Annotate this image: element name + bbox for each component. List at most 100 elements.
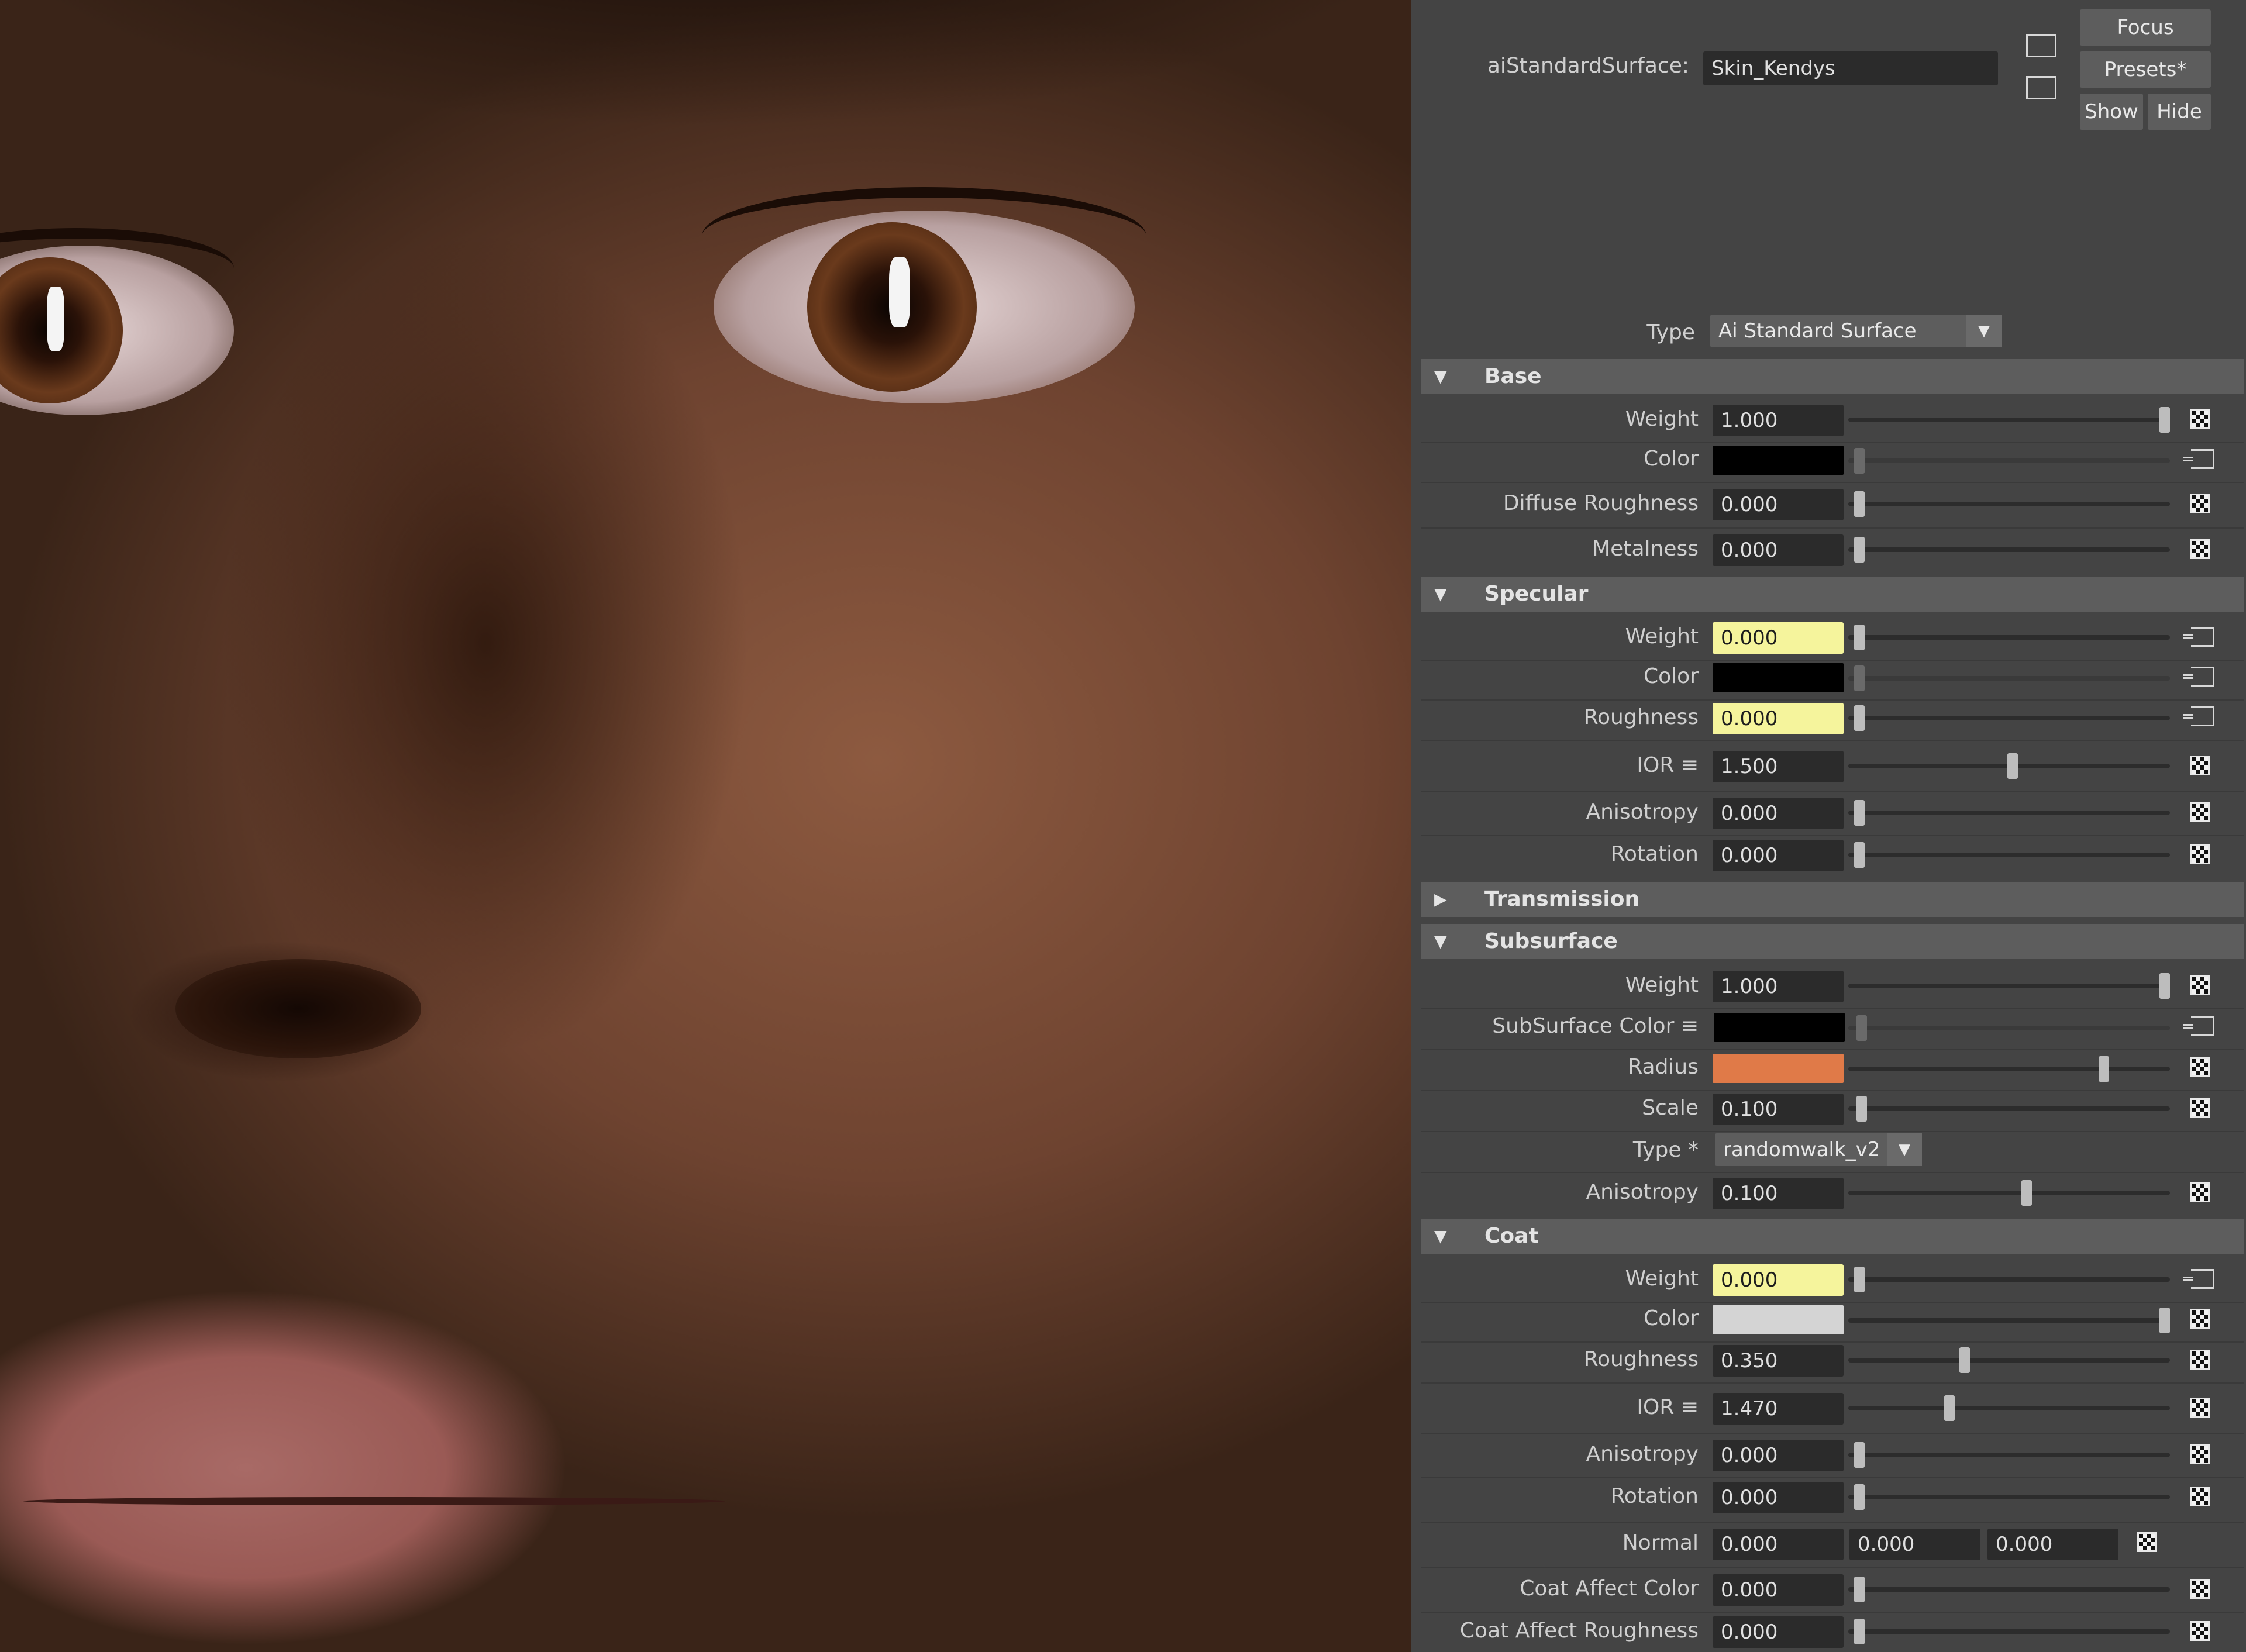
base-weight-slider-handle[interactable]	[2159, 407, 2170, 433]
coat-rotation-field[interactable]: 0.000	[1713, 1482, 1844, 1513]
coat-affect-roughness-field[interactable]: 0.000	[1713, 1616, 1844, 1648]
subsurface-weight-field[interactable]: 1.000	[1713, 971, 1844, 1002]
show-button[interactable]: Show	[2080, 94, 2143, 130]
subsurface-color-slider[interactable]	[1848, 1026, 2170, 1030]
subsurface-type-dropdown[interactable]: randomwalk_v2 ▼	[1715, 1133, 1922, 1166]
presets-button[interactable]: Presets*	[2080, 51, 2211, 88]
texture-map-icon[interactable]	[2190, 802, 2210, 822]
hide-button[interactable]: Hide	[2148, 94, 2211, 130]
subsurface-radius-slider-handle[interactable]	[2099, 1056, 2109, 1082]
specular-color-slider[interactable]	[1848, 676, 2170, 681]
base-metalness-slider[interactable]	[1848, 547, 2170, 552]
coat-roughness-slider-handle[interactable]	[1959, 1347, 1970, 1373]
specular-rotation-field[interactable]: 0.000	[1713, 840, 1844, 871]
specular-anisotropy-slider-handle[interactable]	[1854, 800, 1865, 826]
base-weight-slider[interactable]	[1848, 418, 2170, 422]
coat-weight-field[interactable]: 0.000	[1713, 1264, 1844, 1296]
coat-roughness-slider[interactable]	[1848, 1358, 2170, 1363]
coat-anisotropy-slider-handle[interactable]	[1854, 1442, 1865, 1468]
specular-weight-slider-handle[interactable]	[1854, 625, 1865, 650]
coat-affect-roughness-slider[interactable]	[1848, 1629, 2170, 1634]
base-diffuse-roughness-slider-handle[interactable]	[1854, 491, 1865, 517]
coat-weight-slider[interactable]	[1848, 1277, 2170, 1282]
subsurface-weight-slider[interactable]	[1848, 984, 2170, 988]
specular-roughness-slider[interactable]	[1848, 716, 2170, 720]
texture-map-icon[interactable]	[2137, 1532, 2157, 1552]
subsurface-color-swatch[interactable]	[1714, 1013, 1845, 1042]
connected-input-icon[interactable]	[2183, 1269, 2214, 1289]
coat-anisotropy-slider[interactable]	[1848, 1453, 2170, 1457]
connected-input-icon[interactable]	[2183, 627, 2214, 647]
texture-map-icon[interactable]	[2190, 1398, 2210, 1418]
texture-map-icon[interactable]	[2190, 1309, 2210, 1329]
subsurface-scale-field[interactable]: 0.100	[1713, 1094, 1844, 1125]
coat-color-slider[interactable]	[1848, 1318, 2170, 1323]
coat-anisotropy-field[interactable]: 0.000	[1713, 1440, 1844, 1471]
texture-map-icon[interactable]	[2190, 539, 2210, 559]
section-specular-header[interactable]: ▼ Specular	[1421, 577, 2244, 612]
specular-anisotropy-field[interactable]: 0.000	[1713, 798, 1844, 829]
specular-rotation-slider[interactable]	[1848, 853, 2170, 857]
base-metalness-field[interactable]: 0.000	[1713, 534, 1844, 566]
specular-rotation-slider-handle[interactable]	[1854, 842, 1865, 868]
connected-input-icon[interactable]	[2183, 667, 2214, 687]
coat-ior-slider-handle[interactable]	[1944, 1395, 1955, 1421]
subsurface-scale-slider[interactable]	[1848, 1106, 2170, 1111]
texture-map-icon[interactable]	[2190, 975, 2210, 995]
base-color-slider-handle[interactable]	[1854, 448, 1865, 474]
coat-ior-slider[interactable]	[1848, 1406, 2170, 1410]
texture-map-icon[interactable]	[2190, 1350, 2210, 1370]
base-color-swatch[interactable]	[1713, 446, 1844, 475]
subsurface-weight-slider-handle[interactable]	[2159, 973, 2170, 999]
focus-button[interactable]: Focus	[2080, 9, 2211, 46]
specular-ior-slider-handle[interactable]	[2007, 753, 2018, 779]
output-connection-icon[interactable]	[2026, 76, 2056, 99]
coat-rotation-slider-handle[interactable]	[1854, 1484, 1865, 1510]
texture-map-icon[interactable]	[2190, 1444, 2210, 1464]
coat-ior-field[interactable]: 1.470	[1713, 1393, 1844, 1425]
shader-type-dropdown[interactable]: Ai Standard Surface ▼	[1710, 315, 2002, 347]
coat-normal-z-field[interactable]: 0.000	[1987, 1529, 2118, 1560]
specular-color-swatch[interactable]	[1713, 663, 1844, 692]
specular-anisotropy-slider[interactable]	[1848, 811, 2170, 815]
section-transmission-header[interactable]: ▶ Transmission	[1421, 882, 2244, 917]
coat-color-swatch[interactable]	[1713, 1305, 1844, 1334]
subsurface-scale-slider-handle[interactable]	[1856, 1096, 1867, 1122]
texture-map-icon[interactable]	[2190, 756, 2210, 775]
subsurface-radius-swatch[interactable]	[1713, 1054, 1844, 1083]
coat-affect-color-slider-handle[interactable]	[1854, 1577, 1865, 1602]
coat-color-slider-handle[interactable]	[2159, 1308, 2170, 1333]
node-name-field[interactable]: Skin_Kendys	[1703, 51, 1998, 85]
coat-normal-y-field[interactable]: 0.000	[1849, 1529, 1980, 1560]
coat-affect-color-slider[interactable]	[1848, 1587, 2170, 1592]
input-connection-icon[interactable]	[2026, 34, 2056, 57]
base-metalness-slider-handle[interactable]	[1854, 537, 1865, 563]
coat-affect-color-field[interactable]: 0.000	[1713, 1574, 1844, 1606]
texture-map-icon[interactable]	[2190, 1057, 2210, 1077]
subsurface-radius-slider[interactable]	[1848, 1067, 2170, 1071]
coat-affect-roughness-slider-handle[interactable]	[1854, 1619, 1865, 1644]
coat-rotation-slider[interactable]	[1848, 1495, 2170, 1499]
specular-ior-field[interactable]: 1.500	[1713, 751, 1844, 782]
connected-input-icon[interactable]	[2183, 1016, 2214, 1036]
texture-map-icon[interactable]	[2190, 409, 2210, 429]
base-diffuse-roughness-field[interactable]: 0.000	[1713, 489, 1844, 520]
section-subsurface-header[interactable]: ▼ Subsurface	[1421, 924, 2244, 959]
specular-weight-slider[interactable]	[1848, 635, 2170, 640]
specular-color-slider-handle[interactable]	[1854, 665, 1865, 691]
texture-map-icon[interactable]	[2190, 1098, 2210, 1118]
connected-input-icon[interactable]	[2183, 449, 2214, 469]
texture-map-icon[interactable]	[2190, 494, 2210, 513]
base-color-slider[interactable]	[1848, 458, 2170, 463]
coat-weight-slider-handle[interactable]	[1854, 1267, 1865, 1292]
coat-roughness-field[interactable]: 0.350	[1713, 1345, 1844, 1377]
connected-input-icon[interactable]	[2183, 706, 2214, 726]
subsurface-anisotropy-slider[interactable]	[1848, 1191, 2170, 1195]
texture-map-icon[interactable]	[2190, 1182, 2210, 1202]
texture-map-icon[interactable]	[2190, 1579, 2210, 1599]
subsurface-color-slider-handle[interactable]	[1856, 1015, 1867, 1041]
specular-roughness-field[interactable]: 0.000	[1713, 703, 1844, 734]
base-weight-field[interactable]: 1.000	[1713, 405, 1844, 436]
base-diffuse-roughness-slider[interactable]	[1848, 502, 2170, 506]
section-coat-header[interactable]: ▼ Coat	[1421, 1219, 2244, 1254]
